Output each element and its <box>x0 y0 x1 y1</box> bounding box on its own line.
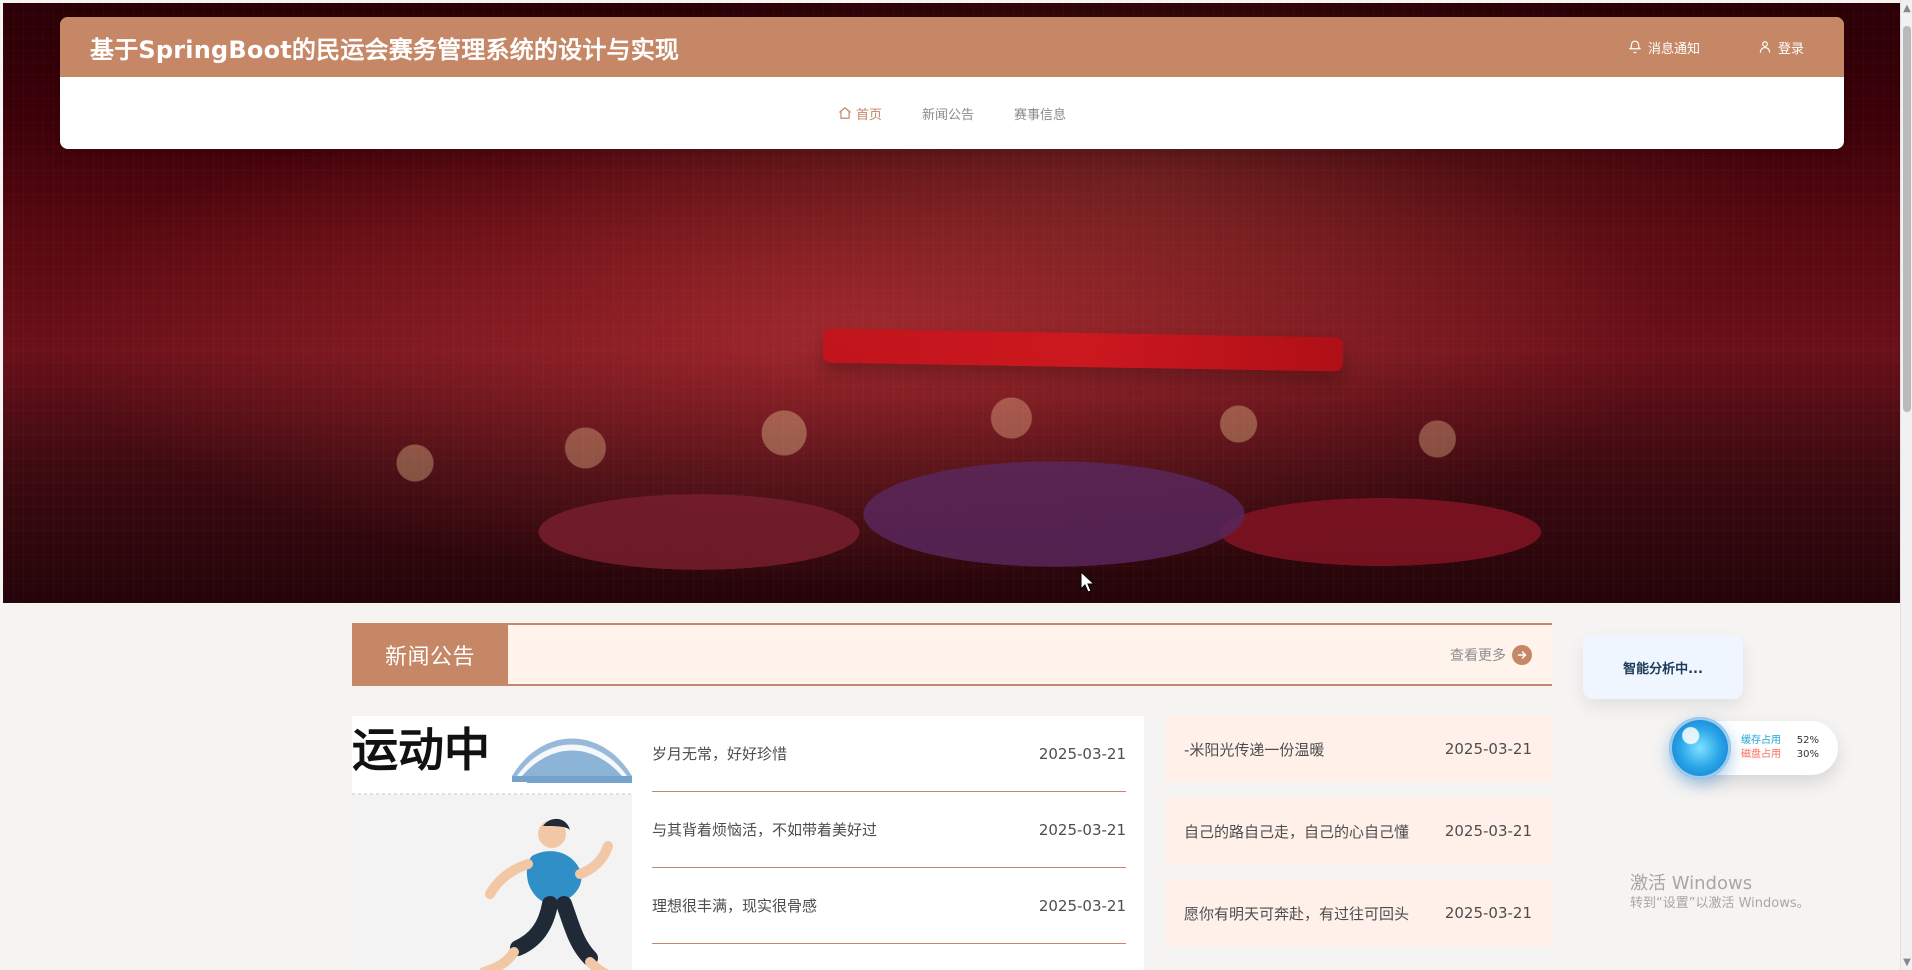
login-label: 登录 <box>1777 41 1804 57</box>
header-actions: 消息通知 登录 <box>1628 38 1804 57</box>
news-card-title: 自己的路自己走，自己的心自己懂 <box>1184 822 1410 841</box>
news-card-date: 2025-03-21 <box>1444 740 1532 758</box>
resource-usage-lines: 缓存占用 52% 磁盘占用 30% <box>1741 736 1819 760</box>
smart-analysis-badge[interactable]: 智能分析中... <box>1583 635 1743 699</box>
news-list-left: 岁月无常，好好珍惜 2025-03-21 与其背着烦恼活，不如带着美好过 202… <box>652 716 1126 970</box>
news-title: 理想很丰满，现实很骨感 <box>652 897 818 915</box>
news-featured-image: 运动中 <box>352 716 632 970</box>
nav-home[interactable]: 首页 <box>838 96 882 131</box>
header-card: 基于SpringBoot的民运会赛务管理系统的设计与实现 消息通知 登录 首页 … <box>60 17 1844 149</box>
nav-events[interactable]: 赛事信息 <box>1014 96 1066 131</box>
news-card-date: 2025-03-21 <box>1444 904 1532 922</box>
banner-crowd-shapes <box>273 298 1693 598</box>
notifications-link[interactable]: 消息通知 <box>1628 38 1700 57</box>
featured-image-text: 运动中 <box>352 723 490 777</box>
news-more-label: 查看更多 <box>1450 647 1506 664</box>
notifications-label: 消息通知 <box>1647 41 1700 57</box>
news-panel-left: 运动中 岁月无常，好好珍惜 2025-03-21 与其背着烦恼活，不如带着美好过… <box>352 716 1144 970</box>
resource-orb-icon <box>1669 717 1731 779</box>
nav-news-label: 新闻公告 <box>921 107 974 123</box>
news-row[interactable]: 理想很丰满，现实很骨感 2025-03-21 <box>652 868 1126 944</box>
news-more-link[interactable]: 查看更多 <box>1450 625 1532 684</box>
mouse-cursor-icon <box>1080 571 1096 593</box>
scroll-down-icon[interactable]: ▼ <box>1901 956 1912 968</box>
windows-activation-watermark: 激活 Windows 转到“设置”以激活 Windows。 <box>1630 873 1870 918</box>
news-section-header: 新闻公告 查看更多 <box>352 623 1552 686</box>
news-date: 2025-03-21 <box>1038 820 1126 839</box>
arrow-right-icon <box>1512 644 1532 665</box>
scrollbar-thumb[interactable] <box>1903 26 1911 412</box>
news-card[interactable]: -米阳光传递一份温暖 2025-03-21 <box>1166 716 1552 782</box>
news-card-title: 愿你有明天可奔赴，有过往可回头 <box>1184 904 1410 923</box>
cache-usage-value: 52% <box>1796 735 1819 746</box>
news-title: 岁月无常，好好珍惜 <box>652 745 788 763</box>
running-illustration: 运动中 <box>352 716 632 970</box>
news-row[interactable]: 与其背着烦恼活，不如带着美好过 2025-03-21 <box>652 792 1126 868</box>
news-panel-right: -米阳光传递一份温暖 2025-03-21 自己的路自己走，自己的心自己懂 20… <box>1166 716 1552 970</box>
news-card-title: -米阳光传递一份温暖 <box>1184 740 1325 759</box>
news-date: 2025-03-21 <box>1038 744 1126 763</box>
home-icon <box>838 106 852 120</box>
news-section-title: 新闻公告 <box>352 625 508 684</box>
cache-usage-label: 缓存占用 <box>1741 735 1781 746</box>
scroll-up-icon[interactable]: ▲ <box>1901 2 1912 14</box>
windows-watermark-line2: 转到“设置”以激活 Windows。 <box>1630 895 1810 911</box>
login-link[interactable]: 登录 <box>1758 38 1804 57</box>
nav-events-label: 赛事信息 <box>1014 107 1067 123</box>
disk-usage-label: 磁盘占用 <box>1741 749 1781 760</box>
news-card-date: 2025-03-21 <box>1444 822 1532 840</box>
site-title: 基于SpringBoot的民运会赛务管理系统的设计与实现 <box>90 35 680 64</box>
bell-icon <box>1628 40 1642 54</box>
news-title: 与其背着烦恼活，不如带着美好过 <box>652 821 878 839</box>
news-card[interactable]: 自己的路自己走，自己的心自己懂 2025-03-21 <box>1166 798 1552 864</box>
disk-usage-value: 30% <box>1796 749 1819 760</box>
news-date: 2025-03-21 <box>1038 896 1126 915</box>
user-icon <box>1758 40 1772 54</box>
resource-usage-widget[interactable]: 缓存占用 52% 磁盘占用 30% <box>1669 717 1838 779</box>
windows-watermark-line1: 激活 Windows <box>1630 873 1753 894</box>
news-row[interactable]: 岁月无常，好好珍惜 2025-03-21 <box>652 716 1126 792</box>
disk-usage-row: 磁盘占用 30% <box>1741 750 1819 760</box>
nav-home-label: 首页 <box>855 107 882 123</box>
main-nav: 首页 新闻公告 赛事信息 <box>60 77 1844 149</box>
news-card[interactable]: 愿你有明天可奔赴，有过往可回头 2025-03-21 <box>1166 880 1552 946</box>
cache-usage-row: 缓存占用 52% <box>1741 736 1819 746</box>
header-topbar: 基于SpringBoot的民运会赛务管理系统的设计与实现 消息通知 登录 <box>60 17 1844 77</box>
nav-news[interactable]: 新闻公告 <box>922 96 974 131</box>
vertical-scrollbar[interactable]: ▲ ▼ <box>1900 0 1912 970</box>
